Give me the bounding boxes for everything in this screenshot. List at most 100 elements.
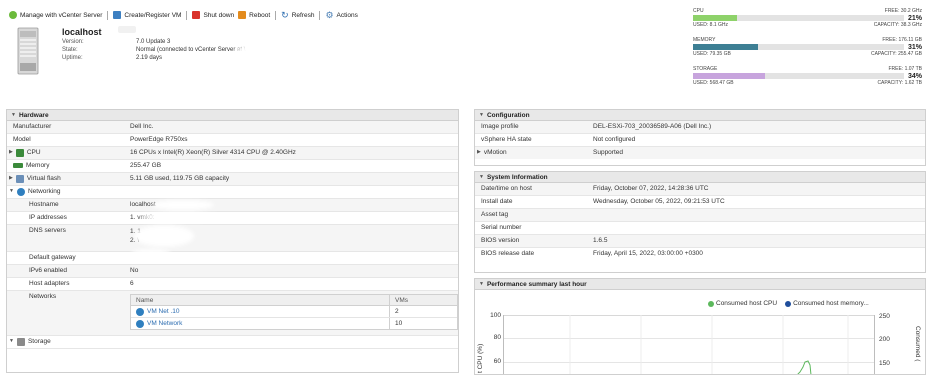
expand-caret-icon[interactable]: ▶ <box>9 149 13 155</box>
networks-table: Name VMs VM Net .10 2 VM Network 10 <box>130 294 458 330</box>
uptime-value: 2.19 days <box>136 55 163 61</box>
legend-item-memory[interactable]: Consumed host memory... <box>785 300 869 307</box>
collapse-caret-icon[interactable]: ▼ <box>9 338 14 344</box>
table-row: VM Network 10 <box>131 318 457 329</box>
storage-resource: STORAGE FREE: 1.07 TB 34% USED: 568.47 G… <box>693 66 922 86</box>
bios-version-label: BIOS version <box>481 237 520 244</box>
performance-chart: Consumed host CPU Consumed host memory..… <box>475 290 925 374</box>
legend-cpu-label: Consumed host CPU <box>716 300 778 307</box>
configuration-panel-header[interactable]: ▼ Configuration <box>475 110 925 121</box>
storage-usage-fill <box>693 73 765 79</box>
vcenter-icon <box>9 11 17 19</box>
performance-panel-header[interactable]: ▼ Performance summary last hour <box>475 279 925 290</box>
networking-row[interactable]: ▼ Networking <box>7 186 458 199</box>
cpu-row[interactable]: ▶ CPU 16 CPUs x Intel(R) Xeon(R) Silver … <box>7 147 458 160</box>
memory-label: Memory <box>26 162 50 169</box>
server-icon <box>17 27 39 75</box>
redaction-smudge <box>140 212 220 222</box>
redaction-smudge <box>131 249 171 259</box>
install-date-label: Install date <box>481 198 513 205</box>
legend-dot-icon <box>785 300 792 307</box>
ha-state-row: vSphere HA state Not configured <box>475 134 925 147</box>
collapse-caret-icon: ▼ <box>479 281 484 287</box>
virtual-flash-label-cell: ▶ Virtual flash <box>7 173 125 185</box>
dns-servers-row: DNS servers 1. 1 2. \ <box>7 225 458 252</box>
model-value: PowerEdge R750xs <box>130 136 188 143</box>
serial-number-value <box>588 222 593 234</box>
storage-usage-bar <box>693 73 904 79</box>
dns-servers-label: DNS servers <box>29 227 66 234</box>
storage-percent: 34% <box>907 72 922 80</box>
memory-percent: 31% <box>907 43 922 51</box>
expand-caret-icon[interactable]: ▶ <box>9 175 13 181</box>
ipv6-value: No <box>130 267 139 274</box>
collapse-caret-icon: ▼ <box>479 174 484 180</box>
legend-item-cpu[interactable]: Consumed host CPU <box>708 300 777 307</box>
cpu-label-cell: ▶ CPU <box>7 147 125 159</box>
left-axis-title: t CPU (%) <box>477 343 484 373</box>
manufacturer-row: Manufacturer Dell Inc. <box>7 121 458 134</box>
storage-row[interactable]: ▼ Storage <box>7 336 458 349</box>
networks-col-name[interactable]: Name <box>131 297 389 304</box>
actions-button[interactable]: ⚙ Actions <box>323 11 359 20</box>
memory-capacity: CAPACITY: 255.47 GB <box>870 51 922 57</box>
image-profile-value: DEL-ESXi-703_20036589-A06 (Dell Inc.) <box>593 123 712 130</box>
storage-label-cell: ▼ Storage <box>7 336 125 348</box>
vmotion-label-cell: ▶ vMotion <box>475 147 588 159</box>
memory-label-cell: Memory <box>7 160 125 172</box>
cpu-value: 16 CPUs x Intel(R) Xeon(R) Silver 4314 C… <box>130 149 296 156</box>
version-label: Version: <box>62 39 84 45</box>
actions-label: Actions <box>336 11 358 19</box>
chart-legend: Consumed host CPU Consumed host memory..… <box>708 300 869 307</box>
cpu-percent: 21% <box>907 14 922 22</box>
bios-version-value: 1.6.5 <box>593 237 608 244</box>
ip-addresses-row: IP addresses 1. vmk0: <box>7 212 458 225</box>
storage-resource-label: STORAGE <box>693 66 718 72</box>
network-link[interactable]: VM Network <box>147 320 182 327</box>
model-row: Model PowerEdge R750xs <box>7 134 458 147</box>
vmotion-row[interactable]: ▶ vMotion Supported <box>475 147 925 159</box>
ha-state-value: Not configured <box>593 136 636 143</box>
version-value: 7.0 Update 3 <box>136 39 171 45</box>
system-information-title: System Information <box>486 173 548 181</box>
networks-col-vms[interactable]: VMs <box>389 295 457 305</box>
install-date-value: Wednesday, October 05, 2022, 09:21:53 UT… <box>593 198 725 205</box>
performance-panel: ▼ Performance summary last hour Consumed… <box>474 278 926 375</box>
datetime-row: Date/time on host Friday, October 07, 20… <box>475 183 925 196</box>
hardware-panel-header[interactable]: ▼ Hardware <box>7 110 458 121</box>
collapse-caret-icon: ▼ <box>11 112 16 118</box>
toolbar-divider <box>275 10 277 20</box>
manufacturer-value: Dell Inc. <box>130 123 154 130</box>
ha-state-label: vSphere HA state <box>481 136 532 143</box>
create-vm-icon <box>113 11 122 19</box>
chart-plot <box>503 315 875 374</box>
network-link[interactable]: VM Net .10 <box>147 308 180 315</box>
system-information-panel-header[interactable]: ▼ System Information <box>475 172 925 183</box>
datetime-value: Friday, October 07, 2022, 14:28:36 UTC <box>593 185 709 192</box>
hostname-label: Hostname <box>29 201 59 208</box>
storage-icon <box>16 338 25 346</box>
collapse-caret-icon[interactable]: ▼ <box>9 188 14 194</box>
right-tick: 200 <box>879 336 890 343</box>
bios-release-row: BIOS release date Friday, April 15, 2022… <box>475 248 925 260</box>
hardware-title: Hardware <box>18 111 49 119</box>
redaction-smudge <box>232 44 278 70</box>
redaction-smudge <box>152 200 214 210</box>
create-register-vm-button[interactable]: Create/Register VM <box>111 11 183 19</box>
shut-down-label: Shut down <box>203 11 235 19</box>
virtual-flash-row[interactable]: ▶ Virtual flash 5.11 GB used, 119.75 GB … <box>7 173 458 186</box>
default-gateway-value <box>125 252 130 264</box>
hardware-panel: ▼ Hardware Manufacturer Dell Inc. Model … <box>6 109 459 373</box>
create-register-vm-label: Create/Register VM <box>124 11 182 19</box>
shut-down-button[interactable]: Shut down <box>190 11 236 19</box>
manage-vcenter-button[interactable]: Manage with vCenter Server <box>7 11 104 19</box>
expand-caret-icon[interactable]: ▶ <box>477 149 481 155</box>
memory-usage-fill <box>693 44 759 50</box>
refresh-button[interactable]: ↻ Refresh <box>279 11 316 20</box>
reboot-button[interactable]: Reboot <box>236 11 272 19</box>
networks-table-header: Name VMs <box>131 295 457 306</box>
network-vms-count: 10 <box>389 318 457 329</box>
legend-memory-label: Consumed host memory... <box>793 300 869 307</box>
networking-label: Networking <box>27 188 61 195</box>
toolbar-divider <box>107 10 109 20</box>
